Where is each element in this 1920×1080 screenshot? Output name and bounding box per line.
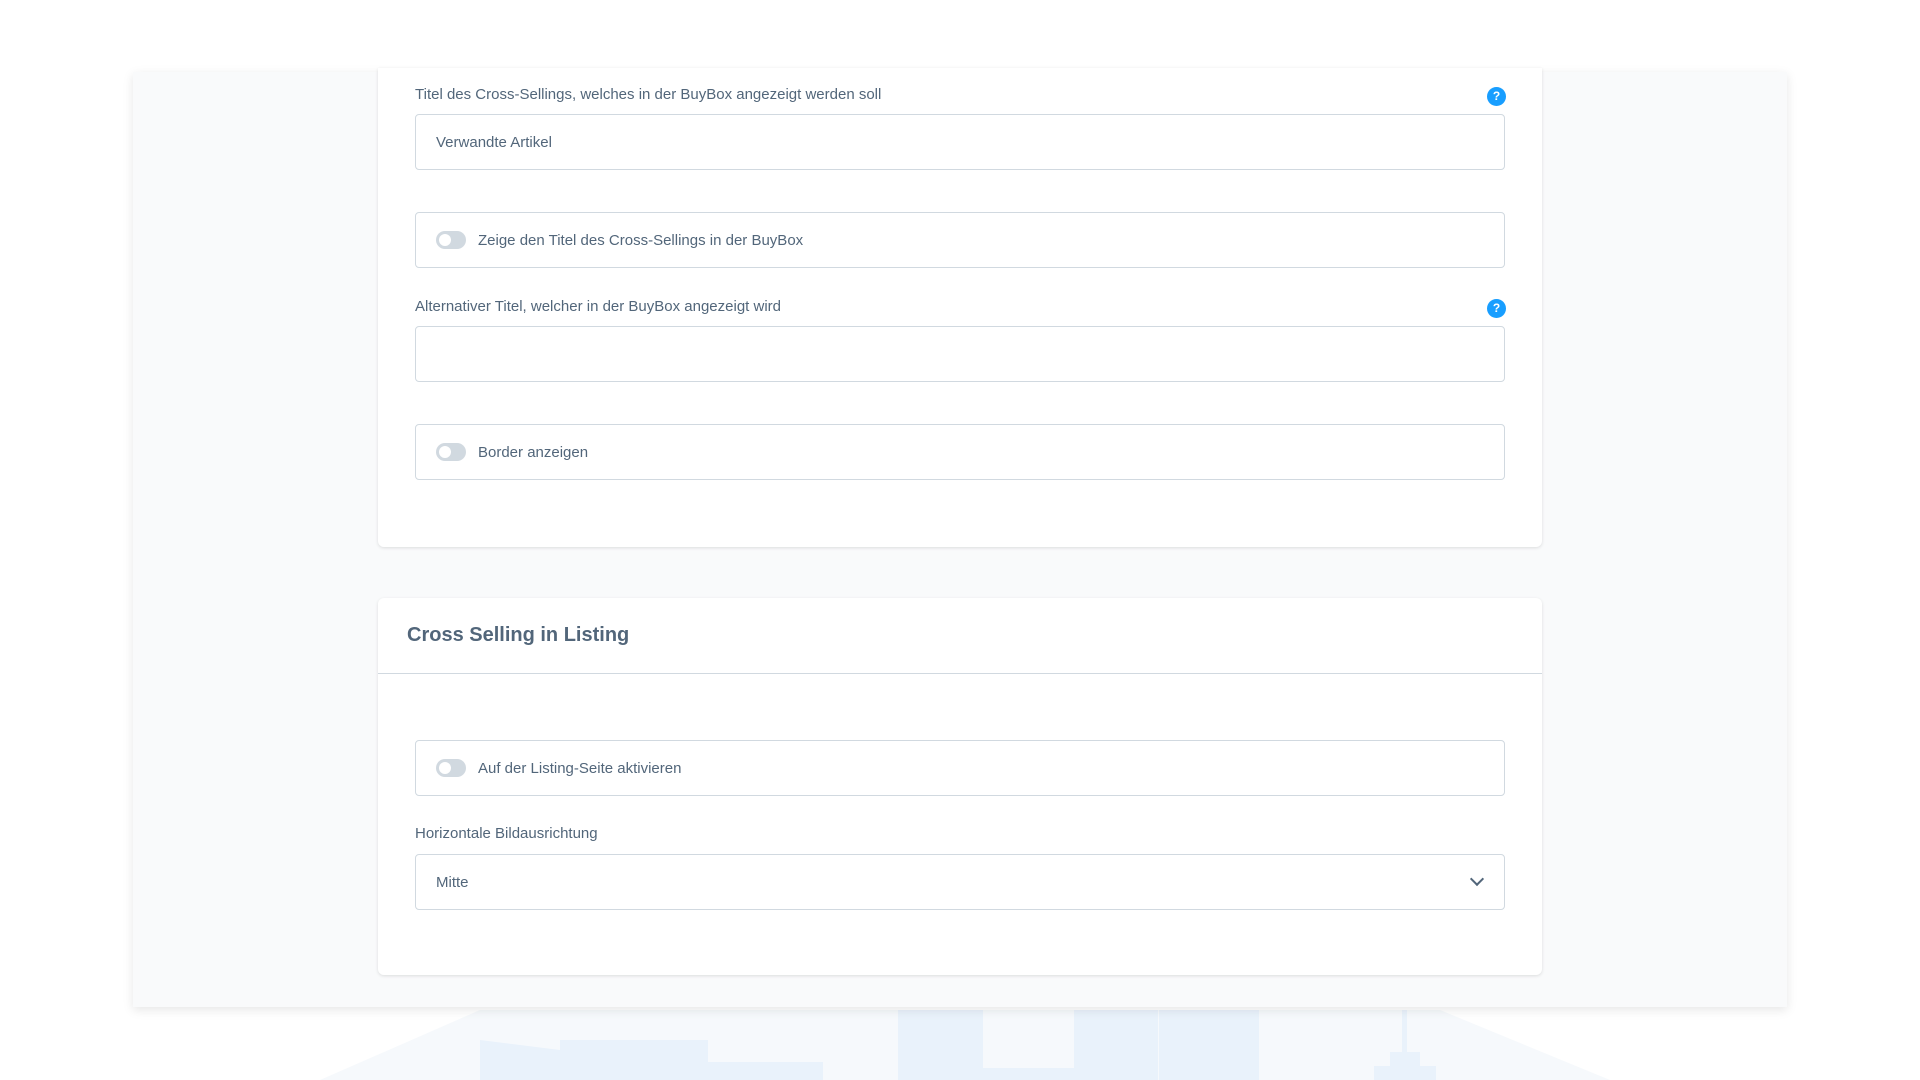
border-toggle-label: Border anzeigen xyxy=(478,443,589,461)
help-icon[interactable]: ? xyxy=(1487,299,1506,318)
help-icon[interactable]: ? xyxy=(1487,87,1506,106)
alt-title-input[interactable] xyxy=(415,326,1505,382)
listing-activate-toggle-label: Auf der Listing-Seite aktivieren xyxy=(478,759,682,777)
listing-settings-card: Cross Selling in Listing Auf der Listing… xyxy=(378,598,1542,975)
show-title-toggle[interactable] xyxy=(436,231,466,249)
image-alignment-label: Horizontale Bildausrichtung xyxy=(415,825,598,842)
toggle-knob xyxy=(439,234,451,246)
toggle-knob xyxy=(439,762,451,774)
show-title-toggle-label: Zeige den Titel des Cross-Sellings in de… xyxy=(478,231,804,249)
show-title-toggle-row[interactable]: Zeige den Titel des Cross-Sellings in de… xyxy=(415,212,1505,268)
border-toggle[interactable] xyxy=(436,443,466,461)
toggle-knob xyxy=(439,446,451,458)
image-alignment-select[interactable]: Mitte xyxy=(415,854,1505,910)
listing-activate-toggle[interactable] xyxy=(436,759,466,777)
image-alignment-selected-value: Mitte xyxy=(436,873,469,891)
buybox-settings-card: Titel des Cross-Sellings, welches in der… xyxy=(378,68,1542,547)
listing-card-title: Cross Selling in Listing xyxy=(378,598,1542,674)
alt-title-field-label: Alternativer Titel, welcher in der BuyBo… xyxy=(415,298,782,315)
chevron-down-icon xyxy=(1469,871,1485,887)
title-field-label: Titel des Cross-Sellings, welches in der… xyxy=(415,86,882,103)
border-toggle-row[interactable]: Border anzeigen xyxy=(415,424,1505,480)
modal-container: Titel des Cross-Sellings, welches in der… xyxy=(133,68,1787,1007)
title-input[interactable]: Verwandte Artikel xyxy=(415,114,1505,170)
listing-activate-toggle-row[interactable]: Auf der Listing-Seite aktivieren xyxy=(415,740,1505,796)
